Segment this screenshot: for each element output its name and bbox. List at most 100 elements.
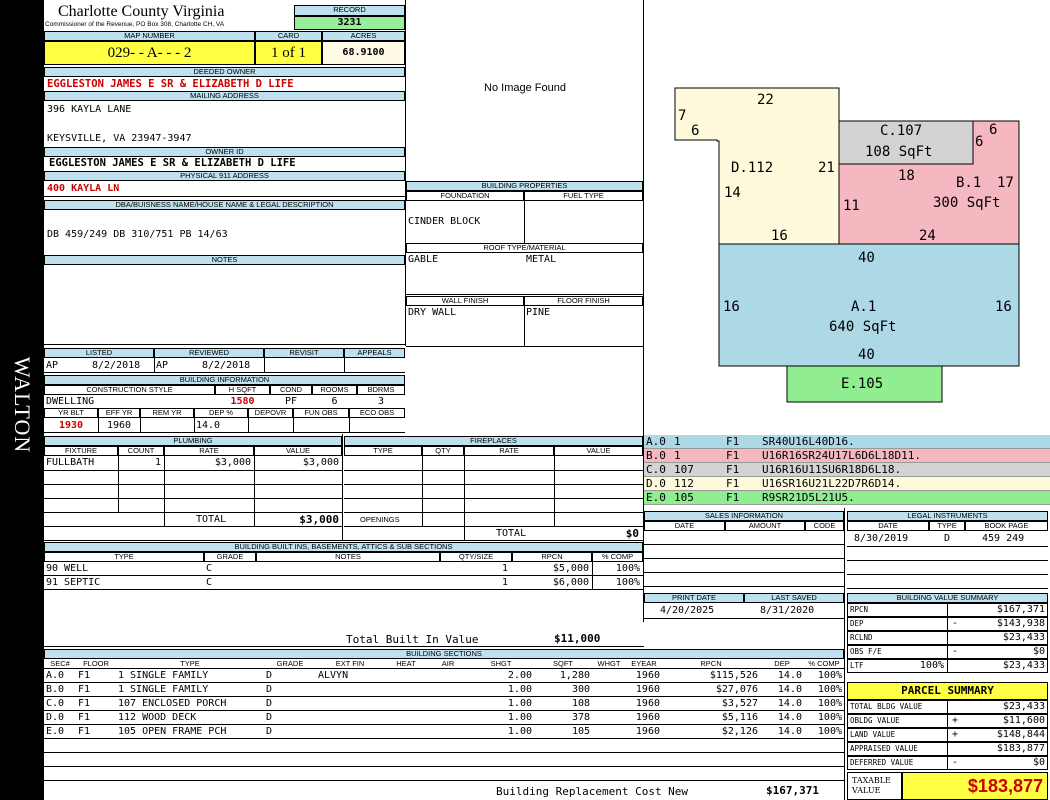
builtins-comp-1: 100% <box>615 563 640 574</box>
builtins-notes-label: NOTES <box>256 552 440 562</box>
legend-path: U16R16U11SU6R18D6L18. <box>762 463 902 476</box>
card-label: CARD <box>255 31 322 41</box>
legend-f: F1 <box>726 463 740 476</box>
sections-cell: 14.0 <box>777 670 802 681</box>
deeded-owner-value: EGGLESTON JAMES E SR & ELIZABETH D LIFE <box>47 78 294 90</box>
sections-cell: 1960 <box>635 698 660 709</box>
dim-d-top: 22 <box>757 92 774 108</box>
mailing-address-line1: 396 KAYLA LANE <box>47 104 132 115</box>
fireplace-type-label: TYPE <box>344 446 422 456</box>
construction-style-label: CONSTRUCTION STYLE <box>44 385 215 395</box>
legend-row: D.0 112 F1 U16SR16U21L22D7R6D14. <box>644 477 1050 491</box>
builtins-grade-label: GRADE <box>204 552 256 562</box>
bvs-row: RCLND $23,433 <box>847 631 1048 645</box>
parcel-value: $148,844 <box>996 729 1045 740</box>
legal-type: D <box>944 533 951 544</box>
plumbing-value: $3,000 <box>302 457 339 468</box>
brcn-label: Building Replacement Cost New <box>496 785 689 798</box>
sections-body: A.0 F1 1 SINGLE FAMILY D ALVYN 2.00 1,280 1960 $… <box>44 669 844 789</box>
sections-cell: 1.00 <box>507 698 532 709</box>
last-saved-value: 8/31/2020 <box>760 605 815 616</box>
hsqft-label: H SQFT <box>215 385 270 395</box>
deeded-owner-label: DEEDED OWNER <box>44 67 405 77</box>
sections-cell: 105 <box>571 726 590 737</box>
sales-title: SALES INFORMATION <box>644 511 844 521</box>
acres-value: 68.9100 <box>322 41 405 65</box>
hsqft-value: 1580 <box>230 396 255 407</box>
label-c: C.107 <box>880 123 922 139</box>
sections-cell: 1 SINGLE FAMILY <box>118 670 209 681</box>
dim-b-24: 24 <box>919 228 936 244</box>
sections-cell: 100% <box>817 712 842 723</box>
sections-cell: 100% <box>817 726 842 737</box>
sections-cell: 1960 <box>635 684 660 695</box>
legal-date-label: DATE <box>847 521 929 531</box>
parcel-row: LAND VALUE + $148,844 <box>847 728 1048 742</box>
bvs-label: OBS F/E <box>850 647 882 656</box>
funobs-label: FUN OBS <box>293 408 349 418</box>
dim-b-18: 18 <box>898 168 915 184</box>
dep-label: DEP % <box>194 408 248 418</box>
sections-cell: 105 OPEN FRAME PCH <box>118 726 227 737</box>
parcel-label: OBLDG VALUE <box>850 716 900 725</box>
sections-cell: D <box>266 726 273 737</box>
bvs-row: LTF 100% $23,433 <box>847 659 1048 673</box>
sections-cell: 108 <box>571 698 590 709</box>
sections-cell: 1,280 <box>559 670 590 681</box>
dim-a-16-right: 16 <box>995 299 1012 315</box>
sections-cell: 1.00 <box>507 712 532 723</box>
physical-address-label: PHYSICAL 911 ADDRESS <box>44 171 405 181</box>
sections-cell: D.0 <box>46 712 65 723</box>
parcel-label: TOTAL BLDG VALUE <box>850 702 923 711</box>
county-subtitle: Commissioner of the Revenue, PO Box 308,… <box>45 21 225 28</box>
builtins-qty-1: 1 <box>501 563 508 574</box>
legend-row: B.0 1 F1 U16R16SR24U17L6D6L18D11. <box>644 449 1050 463</box>
parcel-value: $11,600 <box>1002 715 1045 726</box>
sections-cell: 100% <box>817 698 842 709</box>
sections-cell: F1 <box>78 726 91 737</box>
plumbing-total-label: TOTAL <box>196 514 227 525</box>
sections-cell: 1960 <box>635 712 660 723</box>
physical-address-value: 400 KAYLA LN <box>47 183 120 194</box>
sales-date-label: DATE <box>644 521 725 531</box>
sections-header-row: SEC# FLOOR TYPE GRADE EXT FIN HEAT AIR SHGT SQFT… <box>44 659 844 669</box>
fireplace-total-label: TOTAL <box>496 528 527 539</box>
sections-title: BUILDING SECTIONS <box>44 649 844 659</box>
sections-header-2: TYPE <box>180 659 200 668</box>
dim-d-16: 16 <box>771 228 788 244</box>
sections-cell: 100% <box>817 684 842 695</box>
dim-c-6a: 6 <box>975 134 983 150</box>
sections-cell: 2.00 <box>507 670 532 681</box>
foundation-value: CINDER BLOCK <box>408 216 481 227</box>
floor-finish-value: PINE <box>526 307 551 318</box>
sections-cell: $5,116 <box>721 712 758 723</box>
sections-cell: 1.00 <box>507 684 532 695</box>
roof-material-value: METAL <box>526 254 557 265</box>
builtins-type-1: 90 WELL <box>46 563 89 574</box>
sections-cell: 14.0 <box>777 684 802 695</box>
parcel-row: TOTAL BLDG VALUE $23,433 <box>847 700 1048 714</box>
record-value: 3231 <box>294 16 405 30</box>
floor-finish-label: FLOOR FINISH <box>524 296 643 306</box>
legend-row: A.0 1 F1 SR40U16L40D16. <box>644 435 1050 449</box>
bdrms-value: 3 <box>377 396 385 407</box>
sections-header-13: % COMP <box>808 659 840 668</box>
bvs-title: BUILDING VALUE SUMMARY <box>847 593 1048 603</box>
builtins-qty-label: QTY/SIZE <box>440 552 512 562</box>
revisit-label: REVISIT <box>264 348 344 358</box>
sections-cell: D <box>266 670 273 681</box>
reviewed-by: AP <box>156 360 169 371</box>
reviewed-date: 8/2/2018 <box>202 360 251 371</box>
roof-type-value: GABLE <box>408 254 439 265</box>
legend-f: F1 <box>726 491 740 504</box>
sections-cell: D <box>266 684 273 695</box>
parcel-label: APPRAISED VALUE <box>850 744 918 753</box>
map-number-label: MAP NUMBER <box>44 31 255 41</box>
builtins-total: $11,000 <box>554 632 601 645</box>
building-properties-title: BUILDING PROPERTIES <box>406 181 643 191</box>
sections-cell: 1.00 <box>507 726 532 737</box>
ecoobs-label: ECO OBS <box>349 408 405 418</box>
dim-b-17: 17 <box>997 175 1014 191</box>
listed-by: AP <box>46 360 59 371</box>
legend-f: F1 <box>726 449 740 462</box>
